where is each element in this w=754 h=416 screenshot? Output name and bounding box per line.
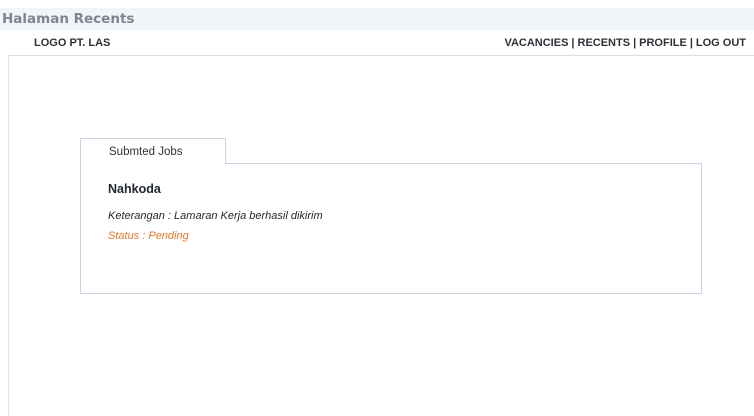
nav-link-recents[interactable]: RECENTS (578, 37, 631, 49)
page-title-label: Halaman Recents (0, 8, 754, 30)
job-title: Nahkoda (108, 182, 161, 196)
nav-separator: | (633, 37, 637, 49)
nav-separator: | (689, 37, 693, 49)
nav-link-vacancies[interactable]: VACANCIES (504, 37, 568, 49)
nav-link-logout[interactable]: LOG OUT (696, 37, 746, 49)
job-card: Nahkoda Keterangan : Lamaran Kerja berha… (80, 163, 702, 294)
nav-menu: VACANCIES | RECENTS | PROFILE | LOG OUT (504, 30, 746, 56)
nav-separator: | (571, 37, 575, 49)
left-divider (8, 30, 9, 416)
tab-submitted-jobs[interactable]: Submted Jobs (80, 138, 226, 164)
brand-logo-text[interactable]: LOGO PT. LAS (34, 30, 110, 56)
top-navbar: LOGO PT. LAS VACANCIES | RECENTS | PROFILE | L… (8, 30, 754, 56)
page-frame: Halaman Recents LOGO PT. LAS VACANCIES | R… (0, 8, 754, 416)
job-description: Keterangan : Lamaran Kerja berhasil diki… (108, 210, 323, 222)
job-status: Status : Pending (108, 230, 189, 242)
nav-link-profile[interactable]: PROFILE (639, 37, 687, 49)
